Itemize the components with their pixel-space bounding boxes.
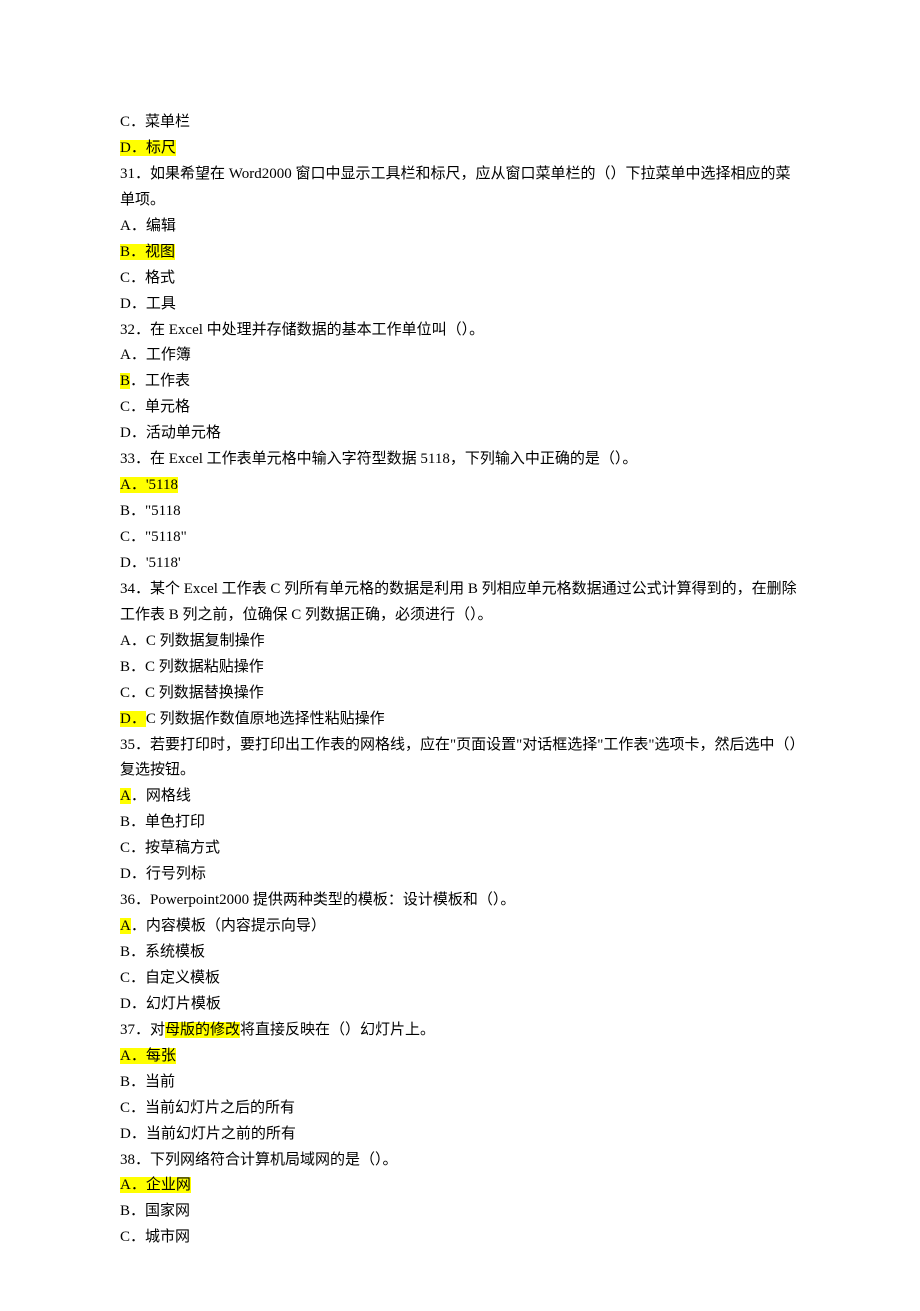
text-line: C．城市网 — [120, 1225, 800, 1251]
highlighted-text: D． — [120, 711, 146, 727]
text-segment: A．工作簿 — [120, 347, 191, 363]
text-line: D．'5118' — [120, 551, 800, 577]
text-line: D．幻灯片模板 — [120, 992, 800, 1018]
text-segment: C．单元格 — [120, 399, 190, 415]
text-segment: 32．在 Excel 中处理并存储数据的基本工作单位叫（）。 — [120, 322, 484, 338]
text-line: 36．Powerpoint2000 提供两种类型的模板：设计模板和（）。 — [120, 888, 800, 914]
text-segment: C．格式 — [120, 270, 175, 286]
text-line: A．编辑 — [120, 214, 800, 240]
text-segment: A．C 列数据复制操作 — [120, 633, 265, 649]
highlighted-text: A — [120, 918, 131, 934]
text-segment: B．C 列数据粘贴操作 — [120, 659, 264, 675]
text-line: B．C 列数据粘贴操作 — [120, 655, 800, 681]
text-line: D．C 列数据作数值原地选择性粘贴操作 — [120, 707, 800, 733]
text-segment: 38．下列网络符合计算机局域网的是（）。 — [120, 1152, 398, 1168]
highlighted-text: A．企业网 — [120, 1177, 191, 1193]
highlighted-text: A — [120, 788, 131, 804]
text-segment: 37．对 — [120, 1022, 165, 1038]
text-segment: B．当前 — [120, 1074, 175, 1090]
text-segment: D．行号列标 — [120, 866, 206, 882]
text-segment: D．活动单元格 — [120, 425, 221, 441]
text-line: C．格式 — [120, 266, 800, 292]
text-segment: ．工作表 — [130, 373, 190, 389]
text-segment: A．编辑 — [120, 218, 176, 234]
text-line: 34．某个 Excel 工作表 C 列所有单元格的数据是利用 B 列相应单元格数… — [120, 577, 800, 629]
text-segment: ．内容模板（内容提示向导） — [131, 918, 326, 934]
highlighted-text: 母版的修改 — [165, 1022, 240, 1038]
text-segment: C．菜单栏 — [120, 114, 190, 130]
text-line: 35．若要打印时，要打印出工作表的网格线，应在"页面设置"对话框选择"工作表"选… — [120, 733, 800, 785]
text-segment: ．网格线 — [131, 788, 191, 804]
text-line: A．每张 — [120, 1044, 800, 1070]
highlighted-text: A．每张 — [120, 1048, 176, 1064]
text-segment: D．当前幻灯片之前的所有 — [120, 1126, 296, 1142]
highlighted-text: B．视图 — [120, 244, 175, 260]
document-page: C．菜单栏 D．标尺 31．如果希望在 Word2000 窗口中显示工具栏和标尺，应… — [0, 0, 920, 1311]
text-segment: C．C 列数据替换操作 — [120, 685, 264, 701]
text-segment: 36．Powerpoint2000 提供两种类型的模板：设计模板和（）。 — [120, 892, 515, 908]
text-line: 31．如果希望在 Word2000 窗口中显示工具栏和标尺，应从窗口菜单栏的（）… — [120, 162, 800, 214]
text-line: C．C 列数据替换操作 — [120, 681, 800, 707]
text-line: 37．对母版的修改将直接反映在（）幻灯片上。 — [120, 1018, 800, 1044]
text-line: C．按草稿方式 — [120, 836, 800, 862]
text-line: A．工作簿 — [120, 343, 800, 369]
highlighted-text: A．'5118 — [120, 477, 178, 493]
text-line: A．内容模板（内容提示向导） — [120, 914, 800, 940]
text-line: C．菜单栏 — [120, 110, 800, 136]
text-segment: C．按草稿方式 — [120, 840, 220, 856]
text-segment: 35．若要打印时，要打印出工作表的网格线，应在"页面设置"对话框选择"工作表"选… — [120, 737, 797, 779]
text-line: 33．在 Excel 工作表单元格中输入字符型数据 5118，下列输入中正确的是… — [120, 447, 800, 473]
text-segment: D．幻灯片模板 — [120, 996, 221, 1012]
text-segment: 31．如果希望在 Word2000 窗口中显示工具栏和标尺，应从窗口菜单栏的（）… — [120, 166, 790, 208]
text-segment: B．"5118 — [120, 503, 181, 519]
text-line: B．当前 — [120, 1070, 800, 1096]
text-line: B．"5118 — [120, 499, 800, 525]
text-line: A．C 列数据复制操作 — [120, 629, 800, 655]
text-line: B．系统模板 — [120, 940, 800, 966]
text-segment: C．城市网 — [120, 1229, 190, 1245]
highlighted-text: B — [120, 373, 130, 389]
text-line: 32．在 Excel 中处理并存储数据的基本工作单位叫（）。 — [120, 318, 800, 344]
text-line: D．当前幻灯片之前的所有 — [120, 1122, 800, 1148]
text-segment: B．系统模板 — [120, 944, 205, 960]
text-line: D．标尺 — [120, 136, 800, 162]
text-line: B．国家网 — [120, 1199, 800, 1225]
text-line: C．自定义模板 — [120, 966, 800, 992]
text-segment: 33．在 Excel 工作表单元格中输入字符型数据 5118，下列输入中正确的是… — [120, 451, 637, 467]
text-segment: 将直接反映在（）幻灯片上。 — [240, 1022, 435, 1038]
highlighted-text: D．标尺 — [120, 140, 176, 156]
text-line: B．工作表 — [120, 369, 800, 395]
text-line: A．'5118 — [120, 473, 800, 499]
text-line: D．行号列标 — [120, 862, 800, 888]
text-segment: C．自定义模板 — [120, 970, 220, 986]
text-line: B．视图 — [120, 240, 800, 266]
text-line: C．当前幻灯片之后的所有 — [120, 1096, 800, 1122]
text-segment: C 列数据作数值原地选择性粘贴操作 — [146, 711, 385, 727]
text-line: B．单色打印 — [120, 810, 800, 836]
text-segment: B．国家网 — [120, 1203, 190, 1219]
text-line: A．企业网 — [120, 1173, 800, 1199]
text-line: C．"5118" — [120, 525, 800, 551]
text-line: 38．下列网络符合计算机局域网的是（）。 — [120, 1148, 800, 1174]
text-line: D．活动单元格 — [120, 421, 800, 447]
text-line: D．工具 — [120, 292, 800, 318]
text-segment: C．当前幻灯片之后的所有 — [120, 1100, 295, 1116]
text-segment: C．"5118" — [120, 529, 187, 545]
text-line: C．单元格 — [120, 395, 800, 421]
text-segment: 34．某个 Excel 工作表 C 列所有单元格的数据是利用 B 列相应单元格数… — [120, 581, 797, 623]
text-line: A．网格线 — [120, 784, 800, 810]
text-segment: D．'5118' — [120, 555, 181, 571]
text-segment: D．工具 — [120, 296, 176, 312]
text-segment: B．单色打印 — [120, 814, 205, 830]
